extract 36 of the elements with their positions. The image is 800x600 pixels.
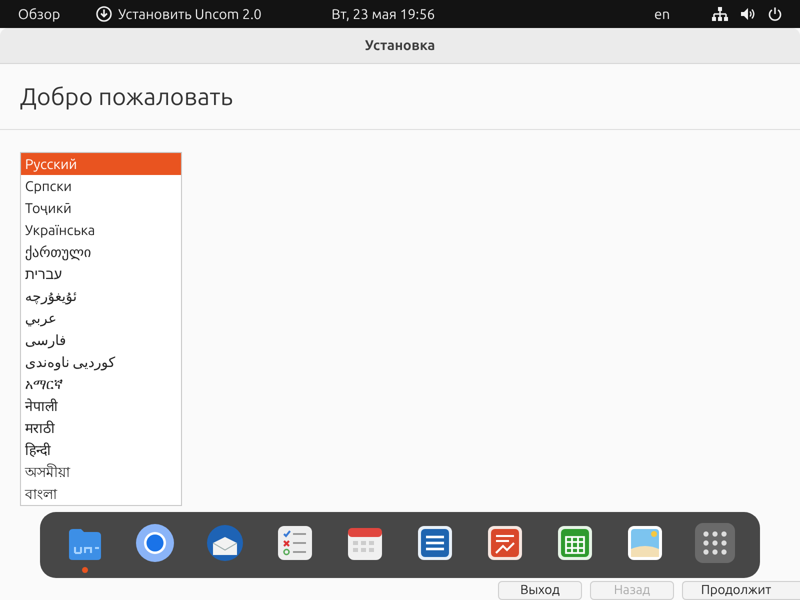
download-icon <box>96 6 112 22</box>
language-item[interactable]: हिन्दी <box>21 439 181 461</box>
language-item[interactable]: عربي <box>21 307 181 329</box>
language-item[interactable]: עברית <box>21 263 181 285</box>
language-item[interactable]: ქართული <box>21 241 181 263</box>
landscape-icon <box>625 523 665 563</box>
language-item[interactable]: বাংলা <box>21 483 181 505</box>
power-icon[interactable] <box>768 7 782 21</box>
language-item[interactable]: Русский <box>21 153 181 175</box>
footer-button[interactable]: Выход <box>498 581 582 600</box>
window-title: Установка <box>364 36 436 55</box>
mail-bird-icon <box>205 523 245 563</box>
footer-button[interactable]: Продолжит <box>682 581 800 600</box>
app-grid-icon <box>695 523 735 563</box>
language-item[interactable]: Тоҷикӣ <box>21 197 181 219</box>
checklist-icon <box>275 523 315 563</box>
language-item[interactable]: Српски <box>21 175 181 197</box>
language-item[interactable]: አማርኛ <box>21 373 181 395</box>
volume-icon[interactable] <box>740 7 756 21</box>
language-item[interactable]: অসমীয়া <box>21 461 181 483</box>
language-item[interactable]: فارسی <box>21 329 181 351</box>
document-icon <box>415 523 455 563</box>
app-menu[interactable]: Установить Uncom 2.0 <box>118 4 262 24</box>
language-item[interactable]: Українська <box>21 219 181 241</box>
language-item[interactable]: नेपाली <box>21 395 181 417</box>
language-item[interactable]: ئۇيغۇرچە <box>21 285 181 307</box>
language-item[interactable]: کوردیی ناوەندی <box>21 351 181 373</box>
network-icon[interactable] <box>712 7 728 21</box>
clock[interactable]: Вт, 23 мая 19:56 <box>332 4 435 24</box>
spreadsheet-icon <box>555 523 595 563</box>
overview-button[interactable]: Обзор <box>18 4 60 24</box>
language-item[interactable]: मराठी <box>21 417 181 439</box>
page-heading: Добро пожаловать <box>20 82 233 112</box>
browser-icon <box>135 523 175 563</box>
keyboard-layout[interactable]: en <box>654 4 670 24</box>
presentation-icon <box>485 523 525 563</box>
